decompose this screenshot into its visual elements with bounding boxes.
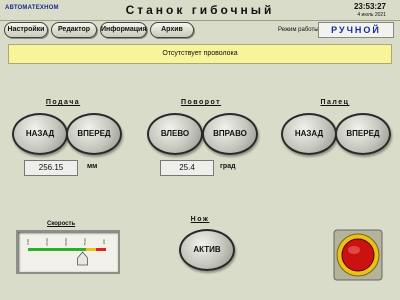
feed-back-button[interactable]: НАЗАД <box>12 113 68 155</box>
rotate-left-button[interactable]: ВЛЕВО <box>147 113 203 155</box>
speed-ticks: 0.00 25.00 50.00 75.00 100 <box>26 238 106 246</box>
status-message: Отсутствует проволока <box>8 44 392 64</box>
speed-track-yellow <box>86 248 96 251</box>
feed-value-field[interactable]: 256.15 <box>24 160 78 176</box>
page-title: Станок гибочный <box>125 3 275 17</box>
rotation-value-field[interactable]: 25.4 <box>160 160 214 176</box>
speed-tick-label: 50.00 <box>64 238 68 246</box>
mode-label: Режим работы <box>278 27 319 33</box>
knife-active-button[interactable]: АКТИВ <box>179 229 235 271</box>
emergency-stop-icon[interactable] <box>333 229 383 281</box>
speed-tick-label: 0.00 <box>26 239 30 245</box>
rotation-title: Поворот <box>180 99 222 106</box>
speed-tick-label: 25.00 <box>45 238 49 246</box>
tab-settings[interactable]: Настройки <box>4 22 48 38</box>
clock-date: 4 июль 2021 <box>357 12 386 18</box>
tab-editor[interactable]: Редактор <box>51 22 97 38</box>
finger-forward-button[interactable]: ВПЕРЕД <box>335 113 391 155</box>
mode-value: РУЧНОЙ <box>318 22 394 38</box>
feed-unit: мм <box>87 163 98 170</box>
clock-time: 23:53:27 <box>353 2 386 11</box>
feed-forward-button[interactable]: ВПЕРЕД <box>66 113 122 155</box>
knife-title: Нож <box>190 216 210 223</box>
tab-information[interactable]: Информация <box>100 22 147 38</box>
speed-track-green <box>28 248 86 251</box>
speed-tick-label: 100 <box>102 239 106 244</box>
tab-archive[interactable]: Архив <box>150 22 194 38</box>
rotation-unit: град <box>220 163 236 170</box>
header-divider <box>0 20 400 21</box>
finger-back-button[interactable]: НАЗАД <box>281 113 337 155</box>
feed-title: Подача <box>45 99 81 106</box>
speed-slider[interactable]: 0.00 25.00 50.00 75.00 100 <box>16 230 120 274</box>
finger-title: Палец <box>320 99 350 106</box>
slider-handle-icon[interactable] <box>77 251 88 266</box>
rotate-right-button[interactable]: ВПРАВО <box>202 113 258 155</box>
speed-tick-label: 75.00 <box>83 238 87 246</box>
speed-track-red <box>96 248 106 251</box>
